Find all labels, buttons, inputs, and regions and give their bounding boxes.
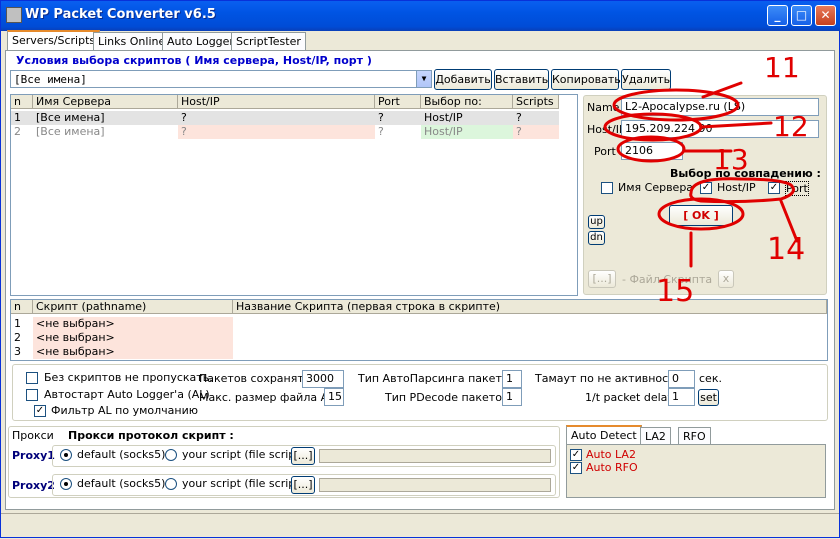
annotation-label: 13	[713, 143, 749, 176]
annotation-11: 11	[612, 51, 800, 122]
annotation-15: 15	[656, 197, 745, 309]
annotation-label: 11	[764, 51, 800, 84]
annotation-13: 13	[616, 135, 749, 176]
annotation-label: 12	[773, 110, 809, 143]
annotation-14: 14	[689, 177, 805, 267]
app-window: WP Packet Converter v6.5 _ □ ✕ Servers/S…	[0, 0, 840, 538]
annotation-label: 15	[656, 274, 694, 309]
annotation-overlay: 11 12 13 14 15	[603, 51, 809, 309]
annotation-label: 14	[767, 232, 805, 267]
